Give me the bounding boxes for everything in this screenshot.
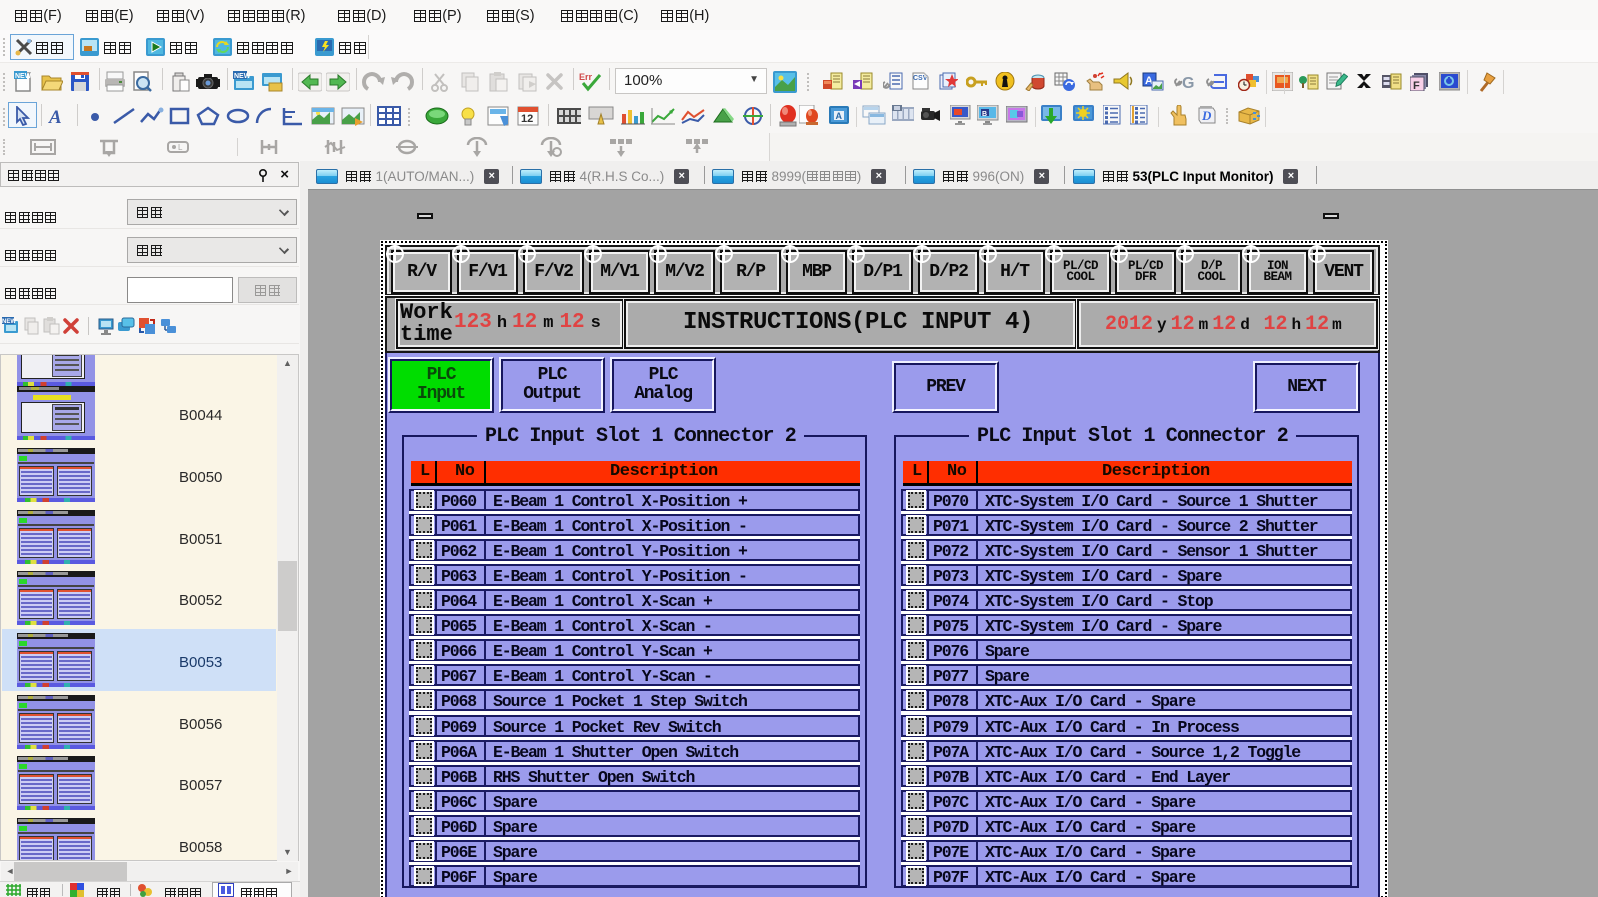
svg-text:G: G [1182,75,1194,91]
svg-text:12: 12 [521,113,533,125]
svg-text:A: A [836,111,843,121]
svg-text:NEW: NEW [234,73,251,80]
svg-text:B: B [982,111,987,118]
svg-text:F: F [1413,80,1420,91]
svg-text:NEW: NEW [2,319,16,325]
svg-text:L: L [178,143,183,152]
svg-text:Err: Err [579,72,593,82]
svg-text:D: D [1201,108,1212,123]
svg-text:NEW: NEW [15,73,32,80]
svg-text:A: A [48,107,62,126]
